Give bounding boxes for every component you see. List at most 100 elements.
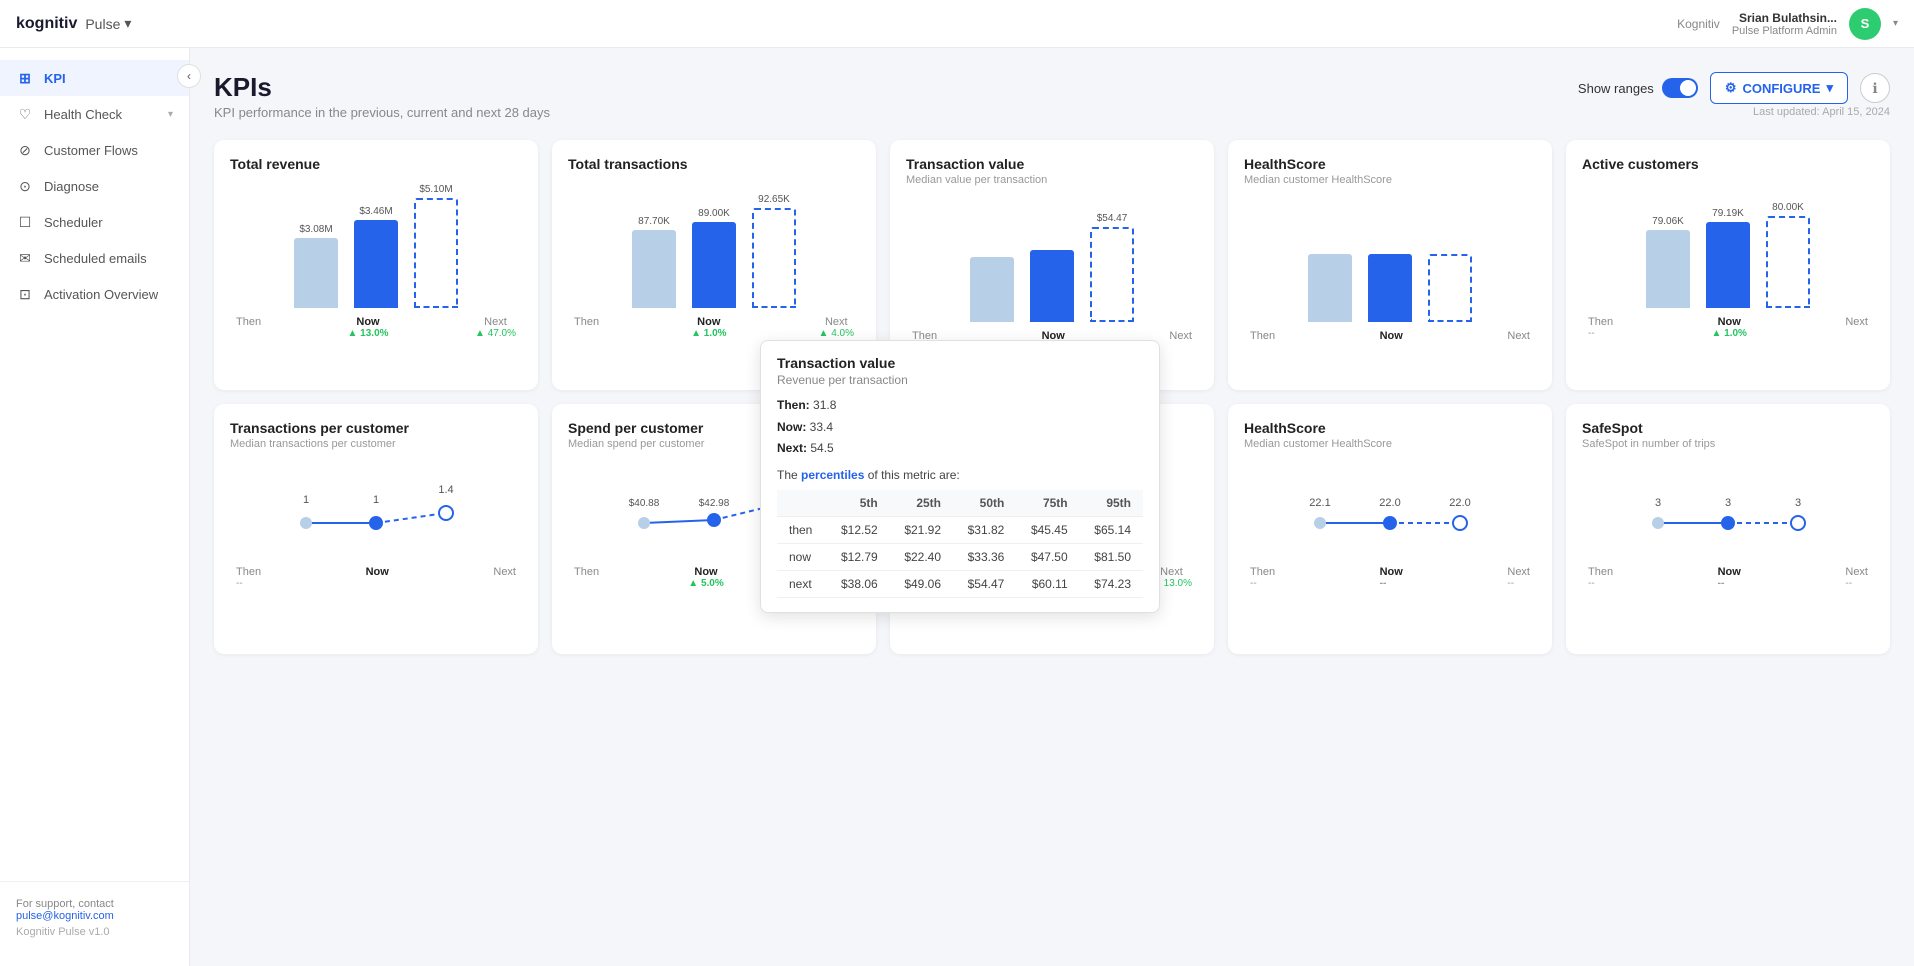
percentile-table: 5th 25th 50th 75th 95th then $12.52 $21.… bbox=[777, 490, 1143, 598]
chart-labels-hs-b: Then -- Now -- Next -- bbox=[1244, 566, 1536, 589]
tooltip-percentile-text: The percentiles of this metric are: bbox=[777, 468, 1143, 482]
product-label: Pulse ▾ bbox=[85, 15, 131, 32]
kpi-subtitle-safespot: SafeSpot in number of trips bbox=[1582, 438, 1874, 450]
bar-now bbox=[1030, 250, 1074, 322]
bar-chart-active-customers: 79.06K 79.19K 80.00K bbox=[1582, 188, 1874, 308]
chevron-down-icon[interactable]: ▾ bbox=[124, 15, 131, 32]
show-ranges-control: Show ranges bbox=[1578, 78, 1698, 98]
support-text: For support, contact bbox=[16, 898, 173, 910]
sidebar-item-health-check[interactable]: ♡ Health Check ▾ bbox=[0, 96, 189, 132]
kpi-title-transaction-value: Transaction value bbox=[906, 156, 1198, 172]
tooltip-next-label: Next: bbox=[777, 441, 807, 455]
configure-button[interactable]: ⚙ CONFIGURE ▾ bbox=[1710, 72, 1848, 104]
bar-group-next: $5.10M bbox=[414, 184, 458, 308]
bar-then bbox=[632, 230, 676, 308]
chart-labels-ac: Then -- Now ▲ 1.0% Next bbox=[1582, 316, 1874, 339]
transaction-value-tooltip: Transaction value Revenue per transactio… bbox=[760, 340, 1160, 613]
sidebar-item-kpi-label: KPI bbox=[44, 71, 66, 86]
activation-overview-icon: ⊡ bbox=[16, 285, 34, 303]
header-actions: Show ranges ⚙ CONFIGURE ▾ ℹ bbox=[1578, 72, 1890, 104]
main-content: KPIs KPI performance in the previous, cu… bbox=[190, 48, 1914, 966]
sidebar-collapse-button[interactable]: ‹ bbox=[177, 64, 201, 88]
sidebar-item-diagnose-label: Diagnose bbox=[44, 179, 99, 194]
kpi-title-total-transactions: Total transactions bbox=[568, 156, 860, 172]
bar-group-now: 89.00K bbox=[692, 208, 736, 308]
show-ranges-toggle[interactable] bbox=[1662, 78, 1698, 98]
svg-text:3: 3 bbox=[1725, 497, 1731, 509]
page-subtitle: KPI performance in the previous, current… bbox=[214, 105, 550, 120]
tooltip-then-value: 31.8 bbox=[813, 398, 836, 412]
chart-labels-revenue: Then Now ▲ 13.0% Next ▲ 47.0% bbox=[230, 316, 522, 339]
configure-label: CONFIGURE bbox=[1742, 81, 1820, 96]
tooltip-next-row: Next: 54.5 bbox=[777, 438, 1143, 460]
kpi-title-total-revenue: Total revenue bbox=[230, 156, 522, 172]
svg-text:$40.88: $40.88 bbox=[629, 498, 660, 509]
svg-text:22.0: 22.0 bbox=[1379, 497, 1400, 509]
page-title-section: KPIs KPI performance in the previous, cu… bbox=[214, 72, 550, 120]
sidebar-item-diagnose[interactable]: ⊙ Diagnose bbox=[0, 168, 189, 204]
bar-group-then: 87.70K bbox=[632, 216, 676, 308]
bar-group-next: 92.65K bbox=[752, 194, 796, 308]
kpi-subtitle-hs-bottom: Median customer HealthScore bbox=[1244, 438, 1536, 450]
tooltip-then-label: Then: bbox=[777, 398, 810, 412]
scheduler-icon: ☐ bbox=[16, 213, 34, 231]
page-title: KPIs bbox=[214, 72, 550, 103]
sidebar-item-customer-flows[interactable]: ⊘ Customer Flows bbox=[0, 132, 189, 168]
logo: kognitiv bbox=[16, 15, 77, 33]
topnav-right: Kognitiv Srian Bulathsin... Pulse Platfo… bbox=[1677, 8, 1898, 40]
header-right-stack: Show ranges ⚙ CONFIGURE ▾ ℹ Last updated… bbox=[1578, 72, 1890, 118]
svg-text:3: 3 bbox=[1795, 497, 1801, 509]
show-ranges-label: Show ranges bbox=[1578, 81, 1654, 96]
topnav-left: kognitiv Pulse ▾ bbox=[16, 15, 131, 33]
kpi-title-healthscore: HealthScore bbox=[1244, 156, 1536, 172]
kpi-card-transactions-per-customer: Transactions per customer Median transac… bbox=[214, 404, 538, 654]
customer-flows-icon: ⊘ bbox=[16, 141, 34, 159]
avatar[interactable]: S bbox=[1849, 8, 1881, 40]
gear-icon: ⚙ bbox=[1725, 80, 1737, 96]
top-navigation: kognitiv Pulse ▾ Kognitiv Srian Bulathsi… bbox=[0, 0, 1914, 48]
health-check-icon: ♡ bbox=[16, 105, 34, 123]
chart-labels-ss: Then -- Now -- Next -- bbox=[1582, 566, 1874, 589]
dot-chart-tpc: 1 1 1.4 bbox=[230, 468, 522, 558]
svg-text:$42.98: $42.98 bbox=[699, 498, 730, 509]
diagnose-icon: ⊙ bbox=[16, 177, 34, 195]
tooltip-now-label: Now: bbox=[777, 420, 806, 434]
label-then: Then bbox=[236, 316, 261, 339]
tooltip-now-row: Now: 33.4 bbox=[777, 417, 1143, 439]
info-icon: ℹ bbox=[1872, 80, 1877, 97]
chart-labels-tpc: Then -- Now Next bbox=[230, 566, 522, 589]
lollipop-svg-tpc: 1 1 1.4 bbox=[230, 468, 522, 558]
percentile-row-now: now $12.79 $22.40 $33.36 $47.50 $81.50 bbox=[777, 543, 1143, 570]
kpi-subtitle-healthscore: Median customer HealthScore bbox=[1244, 174, 1536, 186]
svg-text:1: 1 bbox=[303, 494, 309, 506]
kpi-subtitle-tpc: Median transactions per customer bbox=[230, 438, 522, 450]
bar-chart-transaction-value: $54.47 bbox=[906, 202, 1198, 322]
health-check-chevron: ▾ bbox=[168, 109, 173, 120]
info-button[interactable]: ℹ bbox=[1860, 73, 1890, 103]
kpi-card-active-customers: Active customers 79.06K 79.19K 80.00K Th… bbox=[1566, 140, 1890, 390]
sidebar-item-scheduler[interactable]: ☐ Scheduler bbox=[0, 204, 189, 240]
kpi-icon: ⊞ bbox=[16, 69, 34, 87]
user-name: Srian Bulathsin... bbox=[1732, 11, 1837, 25]
label-next: Next ▲ 47.0% bbox=[475, 316, 516, 339]
support-email[interactable]: pulse@kognitiv.com bbox=[16, 910, 114, 922]
bar-group-then: $3.08M bbox=[294, 224, 338, 308]
user-menu-chevron[interactable]: ▾ bbox=[1893, 18, 1898, 29]
scheduled-emails-icon: ✉ bbox=[16, 249, 34, 267]
kpi-card-healthscore-bottom: HealthScore Median customer HealthScore … bbox=[1228, 404, 1552, 654]
sidebar-item-kpi[interactable]: ⊞ KPI bbox=[0, 60, 189, 96]
bar-next bbox=[414, 198, 458, 308]
sidebar-item-scheduled-emails[interactable]: ✉ Scheduled emails bbox=[0, 240, 189, 276]
chart-labels-transactions: Then Now ▲ 1.0% Next ▲ 4.0% bbox=[568, 316, 860, 339]
bar-chart-healthscore bbox=[1244, 202, 1536, 322]
tooltip-title: Transaction value bbox=[777, 355, 1143, 371]
bar-group-then bbox=[970, 254, 1014, 322]
sidebar-item-customer-flows-label: Customer Flows bbox=[44, 143, 138, 158]
percentile-row-next: next $38.06 $49.06 $54.47 $60.11 $74.23 bbox=[777, 570, 1143, 597]
kpi-card-healthscore: HealthScore Median customer HealthScore … bbox=[1228, 140, 1552, 390]
dot-chart-hs: 22.1 22.0 22.0 bbox=[1244, 468, 1536, 558]
sidebar: ‹ ⊞ KPI ♡ Health Check ▾ ⊘ Customer Flow… bbox=[0, 48, 190, 966]
tooltip-subtitle: Revenue per transaction bbox=[777, 373, 1143, 387]
sidebar-item-activation-overview[interactable]: ⊡ Activation Overview bbox=[0, 276, 189, 312]
kpi-title-hs-bottom: HealthScore bbox=[1244, 420, 1536, 436]
